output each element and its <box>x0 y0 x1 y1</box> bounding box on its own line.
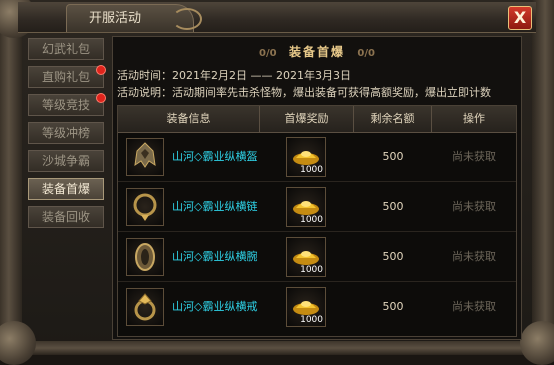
item-name: 山河◇霸业纵横腕 <box>172 250 258 263</box>
sidebar-item-direct-purchase[interactable]: 直购礼包 <box>28 65 106 88</box>
table-header: 装备信息 首爆奖励 剩余名额 操作 <box>118 106 516 133</box>
frame-left <box>0 0 22 355</box>
claim-status-button[interactable]: 尚未获取 <box>436 133 512 181</box>
sidebar-item-recycle[interactable]: 装备回收 <box>28 206 104 228</box>
event-window: 开服活动 X 幻武礼包 直购礼包 等级竞技 等级冲榜 沙城争霸 装备首爆 装备回… <box>0 0 554 365</box>
activity-time-value: 2021年2月2日 —— 2021年3月3日 <box>172 69 351 82</box>
claim-status-button[interactable]: 尚未获取 <box>436 183 512 231</box>
title-swirl-icon <box>172 8 202 30</box>
necklace-icon[interactable] <box>126 188 164 226</box>
frame-bottom <box>0 341 554 355</box>
activity-desc-value: 活动期间率先击杀怪物，爆出装备可获得高额奖励，爆出立即计数 <box>172 86 491 99</box>
claim-status-button[interactable]: 尚未获取 <box>436 233 512 281</box>
column-header-remaining: 剩余名额 <box>354 106 432 132</box>
page-title: 装备首爆 <box>288 45 345 59</box>
dragon-ornament-icon <box>520 321 554 365</box>
sidebar-item-label: 装备首爆 <box>41 182 90 196</box>
gold-ingot-icon[interactable]: 1000 <box>286 137 326 177</box>
remaining-count: 500 <box>382 150 404 163</box>
reward-count: 1000 <box>300 215 323 225</box>
gold-ingot-icon[interactable]: 1000 <box>286 187 326 227</box>
notification-badge <box>96 93 106 103</box>
sidebar-item-label: 沙城争霸 <box>41 154 90 168</box>
sidebar-item-label: 等级竞技 <box>41 98 90 112</box>
sidebar-item-label: 直购礼包 <box>41 70 90 84</box>
table-row: 山河◇霸业纵横链 1000 500 尚未获取 <box>118 183 516 232</box>
item-name: 山河◇霸业纵横盔 <box>172 150 258 163</box>
column-header-action: 操作 <box>463 112 485 125</box>
table-row: 山河◇霸业纵横盔 1000 500 尚未获取 <box>118 133 516 182</box>
table-row: 山河◇霸业纵横腕 1000 500 尚未获取 <box>118 233 516 282</box>
column-header-reward: 首爆奖励 <box>260 106 354 132</box>
table-row: 山河◇霸业纵横戒 1000 500 尚未获取 <box>118 283 516 331</box>
heading-ornament: 0/0 <box>259 48 277 59</box>
remaining-count: 500 <box>382 300 404 313</box>
remaining-count: 500 <box>382 250 404 263</box>
activity-time: 活动时间：2021年2月2日 —— 2021年3月3日 <box>117 67 351 83</box>
activity-description: 活动说明：活动期间率先击杀怪物，爆出装备可获得高额奖励，爆出立即计数 <box>117 84 491 100</box>
helmet-icon[interactable] <box>126 138 164 176</box>
panel-heading: 0/0 装备首爆 0/0 <box>113 43 521 60</box>
item-name: 山河◇霸业纵横戒 <box>172 300 258 313</box>
sidebar-item-label: 等级冲榜 <box>41 126 90 140</box>
sidebar-item-first-drop[interactable]: 装备首爆 <box>28 178 104 200</box>
reward-count: 1000 <box>300 315 323 325</box>
remaining-count: 500 <box>382 200 404 213</box>
close-button[interactable]: X <box>508 6 532 30</box>
heading-ornament: 0/0 <box>357 48 375 59</box>
sidebar: 幻武礼包 直购礼包 等级竞技 等级冲榜 沙城争霸 装备首爆 装备回收 <box>28 38 108 338</box>
sidebar-item-level-competition[interactable]: 等级竞技 <box>28 93 106 116</box>
reward-count: 1000 <box>300 265 323 275</box>
main-panel: 0/0 装备首爆 0/0 活动时间：2021年2月2日 —— 2021年3月3日… <box>112 36 522 340</box>
activity-desc-label: 活动说明： <box>117 86 172 99</box>
claim-status-button[interactable]: 尚未获取 <box>436 283 512 331</box>
sidebar-item-label: 幻武礼包 <box>41 42 90 56</box>
sidebar-item-level-ranking[interactable]: 等级冲榜 <box>28 122 104 144</box>
frame-right <box>532 0 554 355</box>
notification-badge <box>96 65 106 75</box>
sidebar-item-huanwu-gift[interactable]: 幻武礼包 <box>28 38 104 60</box>
bracelet-icon[interactable] <box>126 238 164 276</box>
activity-time-label: 活动时间： <box>117 69 172 82</box>
title-bar: 开服活动 X <box>18 2 536 33</box>
gold-ingot-icon[interactable]: 1000 <box>286 287 326 327</box>
column-header-equipment: 装备信息 <box>118 106 260 132</box>
reward-count: 1000 <box>300 165 323 175</box>
first-drop-table: 装备信息 首爆奖励 剩余名额 操作 山河◇霸业纵横盔 1000 500 尚未获取 <box>117 105 517 337</box>
item-name: 山河◇霸业纵横链 <box>172 200 258 213</box>
sidebar-item-label: 装备回收 <box>41 210 90 224</box>
ring-icon[interactable] <box>126 288 164 326</box>
gold-ingot-icon[interactable]: 1000 <box>286 237 326 277</box>
sidebar-item-castle-war[interactable]: 沙城争霸 <box>28 150 104 172</box>
